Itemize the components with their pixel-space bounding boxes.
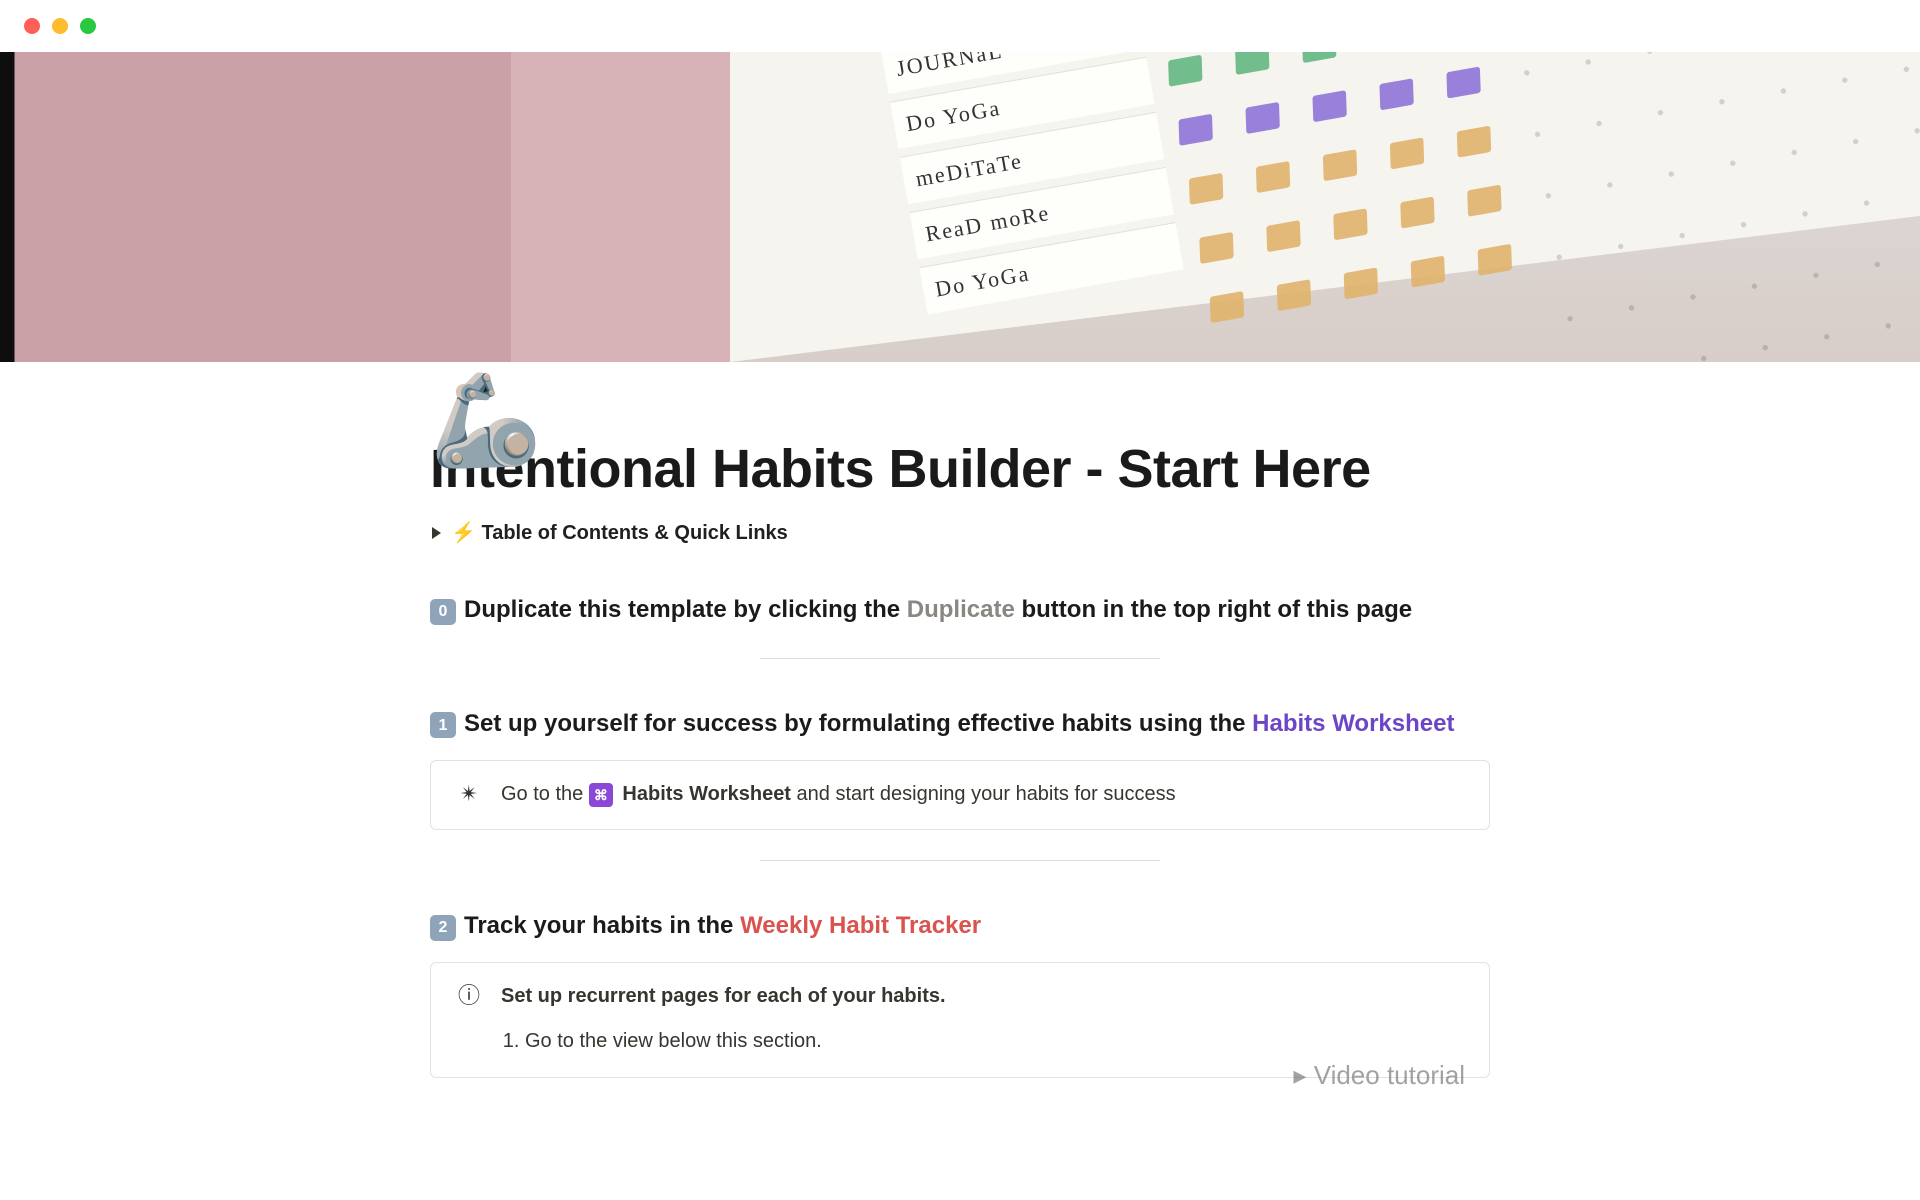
callout-text-lead: Go to the (501, 783, 589, 805)
window-close-dot[interactable] (24, 18, 40, 34)
divider (760, 860, 1160, 861)
step-0-heading: 0 Duplicate this template by clicking th… (430, 593, 1490, 628)
step-0-keyword: Duplicate (907, 596, 1015, 623)
toc-toggle-label: ⚡ Table of Contents & Quick Links (451, 520, 788, 545)
weekly-tracker-callout: ⓘ Set up recurrent pages for each of you… (430, 962, 1490, 1078)
step-0-text-pre: Duplicate this template by clicking the (464, 596, 907, 623)
weekly-tracker-link[interactable]: Weekly Habit Tracker (740, 912, 981, 939)
page-title: Intentional Habits Builder - Start Here (430, 438, 1490, 500)
window-titlebar (0, 0, 1920, 52)
habits-worksheet-link[interactable]: Habits Worksheet (1252, 710, 1454, 737)
toc-toggle[interactable]: ⚡ Table of Contents & Quick Links (430, 520, 1490, 545)
step-number-icon: 2 (430, 915, 456, 941)
step-2-heading: 2 Track your habits in the Weekly Habit … (430, 909, 1490, 944)
sparkle-icon: ✴︎ (457, 783, 481, 805)
callout-heading: Set up recurrent pages for each of your … (501, 985, 946, 1008)
callout-text-tail: and start designing your habits for succ… (791, 783, 1176, 805)
callout-step-1: Go to the view below this section. (525, 1028, 822, 1055)
caret-right-icon (432, 527, 441, 539)
divider (760, 658, 1160, 659)
cover-swatches (1167, 52, 1520, 356)
window-zoom-dot[interactable] (80, 18, 96, 34)
page-content: 🦾 Intentional Habits Builder - Start Her… (370, 438, 1550, 1078)
window-minimize-dot[interactable] (52, 18, 68, 34)
worksheet-name[interactable]: Habits Worksheet (622, 783, 791, 805)
habits-worksheet-callout[interactable]: ✴︎ Go to the ⌘ Habits Worksheet and star… (430, 760, 1490, 831)
info-icon: ⓘ (457, 985, 481, 1007)
page-emoji-icon[interactable]: 🦾 (430, 376, 542, 466)
cover-image: JOURNaL Do YoGa meDiTaTe ReaD moRe Do Yo… (0, 52, 1920, 362)
worksheet-page-icon: ⌘ (589, 783, 613, 807)
step-number-icon: 1 (430, 712, 456, 738)
step-1-heading: 1 Set up yourself for success by formula… (430, 707, 1490, 742)
video-tutorial-stub[interactable]: ▸ Video tutorial (1293, 1060, 1465, 1091)
step-0-text-post: button in the top right of this page (1015, 596, 1412, 623)
callout-steps-list: Go to the view below this section. (525, 1028, 822, 1055)
step-2-text: Track your habits in the (464, 912, 740, 939)
step-number-icon: 0 (430, 599, 456, 625)
step-1-text: Set up yourself for success by formulati… (464, 710, 1252, 737)
cover-journal-lines: JOURNaL Do YoGa meDiTaTe ReaD moRe Do Yo… (881, 52, 1184, 315)
